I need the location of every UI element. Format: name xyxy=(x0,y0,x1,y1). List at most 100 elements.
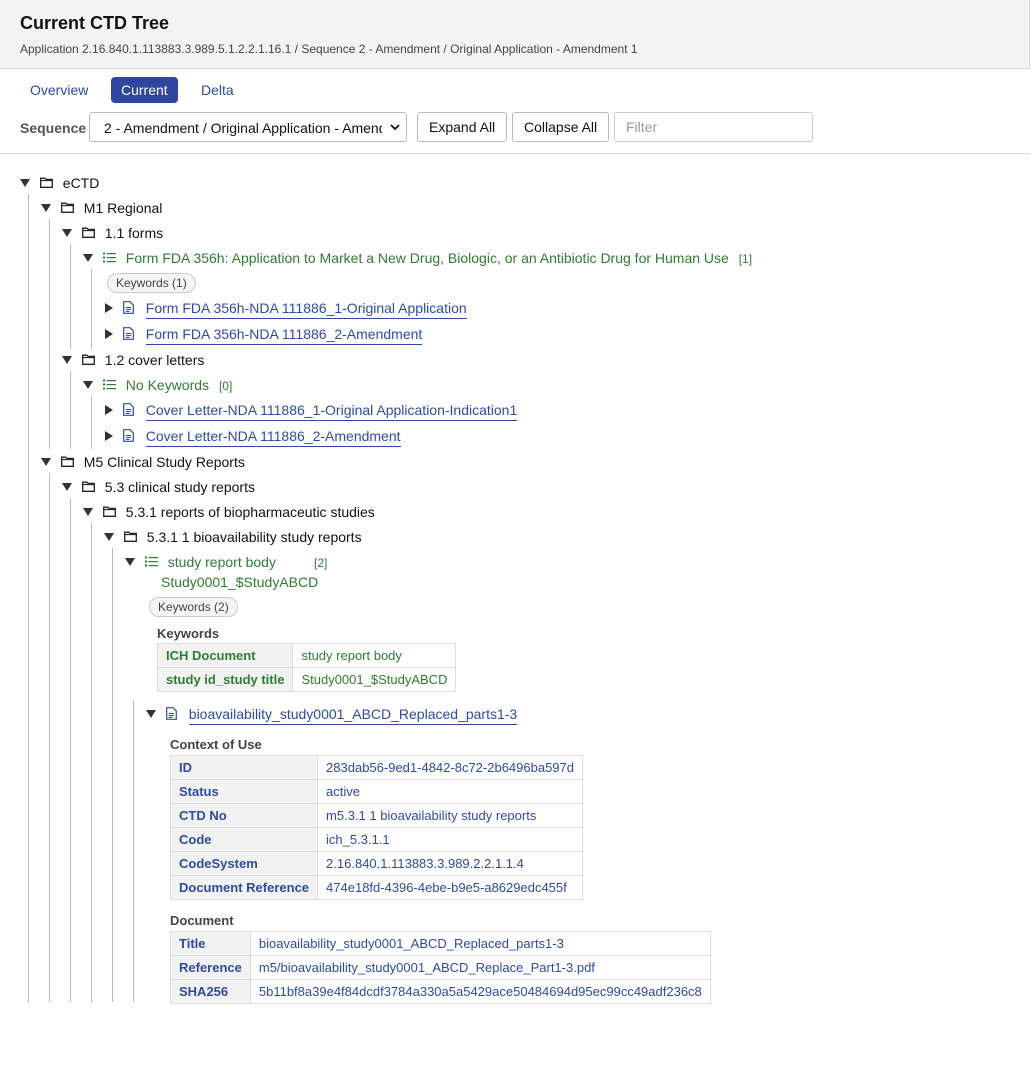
sequence-select[interactable]: 2 - Amendment / Original Application - A… xyxy=(89,112,407,142)
tree-node-bioavailability[interactable]: 5.3.1 1 bioavailability study reports xyxy=(104,527,362,547)
collapse-toggle-icon[interactable] xyxy=(125,558,135,567)
tree-guide-line xyxy=(70,498,71,1002)
tree-node-clinical-study-reports[interactable]: 5.3 clinical study reports xyxy=(62,477,255,497)
tree-node-document[interactable]: Form FDA 356h-NDA 111886_1-Original Appl… xyxy=(104,298,467,319)
context-value: 283dab56-9ed1-4842-8c72-2b6496ba597d xyxy=(317,755,583,780)
group-count: [2] xyxy=(314,556,328,570)
collapse-toggle-icon[interactable] xyxy=(62,229,72,238)
tree-node-ectd[interactable]: eCTD xyxy=(20,173,99,193)
group-label: Form FDA 356h: Application to Market a N… xyxy=(125,250,729,266)
keyword-value: study report body xyxy=(292,643,457,668)
table-row: ICH Document study report body xyxy=(156,643,457,668)
toolbar: Sequence 2 - Amendment / Original Applic… xyxy=(0,112,1031,144)
document-section-title: Document xyxy=(170,913,234,928)
tree-node-biopharmaceutic[interactable]: 5.3.1 reports of biopharmaceutic studies xyxy=(83,502,375,522)
document-value: bioavailability_study0001_ABCD_Replaced_… xyxy=(249,931,711,956)
expand-toggle-icon[interactable] xyxy=(105,303,113,314)
tree-node-label: 1.1 forms xyxy=(104,225,164,241)
tree-node-m1[interactable]: M1 Regional xyxy=(41,198,162,218)
table-row: SHA256 5b11bf8a39e4f84dcdf3784a330a5a542… xyxy=(170,979,711,1004)
context-key: Document Reference xyxy=(169,875,319,900)
document-key: SHA256 xyxy=(170,979,251,1004)
context-key: CTD No xyxy=(169,803,319,828)
context-key: Status xyxy=(169,779,319,804)
list-icon xyxy=(103,252,116,263)
context-of-use-title: Context of Use xyxy=(170,737,262,752)
context-value: 474e18fd-4396-4ebe-b9e5-a8629edc455f xyxy=(317,875,583,900)
keyword-key: study id_study title xyxy=(156,667,294,692)
document-icon xyxy=(123,301,134,314)
document-table: Title bioavailability_study0001_ABCD_Rep… xyxy=(170,931,711,1004)
document-value: 5b11bf8a39e4f84dcdf3784a330a5a5429ace504… xyxy=(249,979,711,1004)
keywords-pill[interactable]: Keywords (1) xyxy=(107,273,196,293)
keywords-pill[interactable]: Keywords (2) xyxy=(149,597,238,617)
tree-node-forms[interactable]: 1.1 forms xyxy=(62,223,163,243)
tree-node-m5[interactable]: M5 Clinical Study Reports xyxy=(41,452,245,472)
tree-node-cover-group[interactable]: No Keywords [0] xyxy=(83,375,232,395)
tree-guide-line xyxy=(28,194,29,1002)
collapse-toggle-icon[interactable] xyxy=(41,204,51,213)
tab-overview[interactable]: Overview xyxy=(20,77,98,103)
collapse-toggle-icon[interactable] xyxy=(20,179,30,188)
context-key: Code xyxy=(169,827,319,852)
sequence-label: Sequence xyxy=(20,120,87,136)
collapse-toggle-icon[interactable] xyxy=(62,483,72,492)
tree-guide-line xyxy=(70,371,71,449)
tree-node-document[interactable]: Cover Letter-NDA 111886_2-Amendment xyxy=(104,426,401,447)
tab-delta[interactable]: Delta xyxy=(191,77,244,103)
document-link[interactable]: Cover Letter-NDA 111886_1-Original Appli… xyxy=(145,402,518,421)
document-link[interactable]: Cover Letter-NDA 111886_2-Amendment xyxy=(145,428,401,447)
page-header: Current CTD Tree Application 2.16.840.1.… xyxy=(0,0,1030,69)
tree-node-label: 5.3.1 reports of biopharmaceutic studies xyxy=(125,504,375,520)
document-value: m5/bioavailability_study0001_ABCD_Replac… xyxy=(249,955,711,980)
tab-current[interactable]: Current xyxy=(111,77,178,103)
folder-icon xyxy=(61,456,74,467)
collapse-toggle-icon[interactable] xyxy=(146,710,156,719)
tree-node-label: 5.3.1 1 bioavailability study reports xyxy=(146,529,362,545)
keywords-section-title: Keywords xyxy=(157,626,220,641)
collapse-toggle-icon[interactable] xyxy=(83,254,93,263)
collapse-toggle-icon[interactable] xyxy=(104,533,114,542)
document-link[interactable]: Form FDA 356h-NDA 111886_1-Original Appl… xyxy=(145,300,467,319)
tree-guide-line xyxy=(133,700,134,1002)
tree-node-document[interactable]: Form FDA 356h-NDA 111886_2-Amendment xyxy=(104,324,423,345)
filter-input[interactable] xyxy=(614,112,813,142)
collapse-toggle-icon[interactable] xyxy=(83,381,93,390)
folder-icon xyxy=(82,481,95,492)
tree-node-study-group[interactable]: study report body xyxy=(125,552,276,572)
folder-icon xyxy=(40,177,53,188)
tree-guide-line xyxy=(49,473,50,1002)
context-key: ID xyxy=(169,755,319,780)
tree-node-document-expanded[interactable]: bioavailability_study0001_ABCD_Replaced_… xyxy=(146,704,518,725)
folder-icon xyxy=(61,202,74,213)
tree-guide-line xyxy=(112,548,113,1002)
expand-all-button[interactable]: Expand All xyxy=(417,112,508,142)
keywords-table: ICH Document study report body study id_… xyxy=(156,643,457,692)
table-row: CTD No m5.3.1 1 bioavailability study re… xyxy=(169,803,583,828)
tree-node-cover-letters[interactable]: 1.2 cover letters xyxy=(62,350,204,370)
tree-node-form-group[interactable]: Form FDA 356h: Application to Market a N… xyxy=(83,248,752,268)
document-icon xyxy=(123,403,134,416)
expand-toggle-icon[interactable] xyxy=(105,329,113,340)
collapse-toggle-icon[interactable] xyxy=(41,458,51,467)
collapse-all-button[interactable]: Collapse All xyxy=(512,112,610,142)
document-link[interactable]: bioavailability_study0001_ABCD_Replaced_… xyxy=(188,706,518,725)
expand-toggle-icon[interactable] xyxy=(105,431,113,442)
table-row: study id_study title Study0001_$StudyABC… xyxy=(156,667,457,692)
document-icon xyxy=(123,429,134,442)
context-value: ich_5.3.1.1 xyxy=(317,827,583,852)
expand-toggle-icon[interactable] xyxy=(105,405,113,416)
tree-node-document[interactable]: Cover Letter-NDA 111886_1-Original Appli… xyxy=(104,400,518,421)
context-value: m5.3.1 1 bioavailability study reports xyxy=(317,803,583,828)
tree-node-label: eCTD xyxy=(62,175,100,191)
tree-guide-line xyxy=(91,396,92,449)
page-title: Current CTD Tree xyxy=(20,13,170,33)
document-link[interactable]: Form FDA 356h-NDA 111886_2-Amendment xyxy=(145,326,423,345)
collapse-toggle-icon[interactable] xyxy=(62,356,72,365)
context-of-use-table: ID 283dab56-9ed1-4842-8c72-2b6496ba597d … xyxy=(169,755,583,900)
chevron-down-icon xyxy=(390,124,400,131)
collapse-toggle-icon[interactable] xyxy=(83,508,93,517)
tree-node-label: 1.2 cover letters xyxy=(104,352,205,368)
tree-guide-line xyxy=(70,244,71,349)
document-key: Reference xyxy=(170,955,251,980)
